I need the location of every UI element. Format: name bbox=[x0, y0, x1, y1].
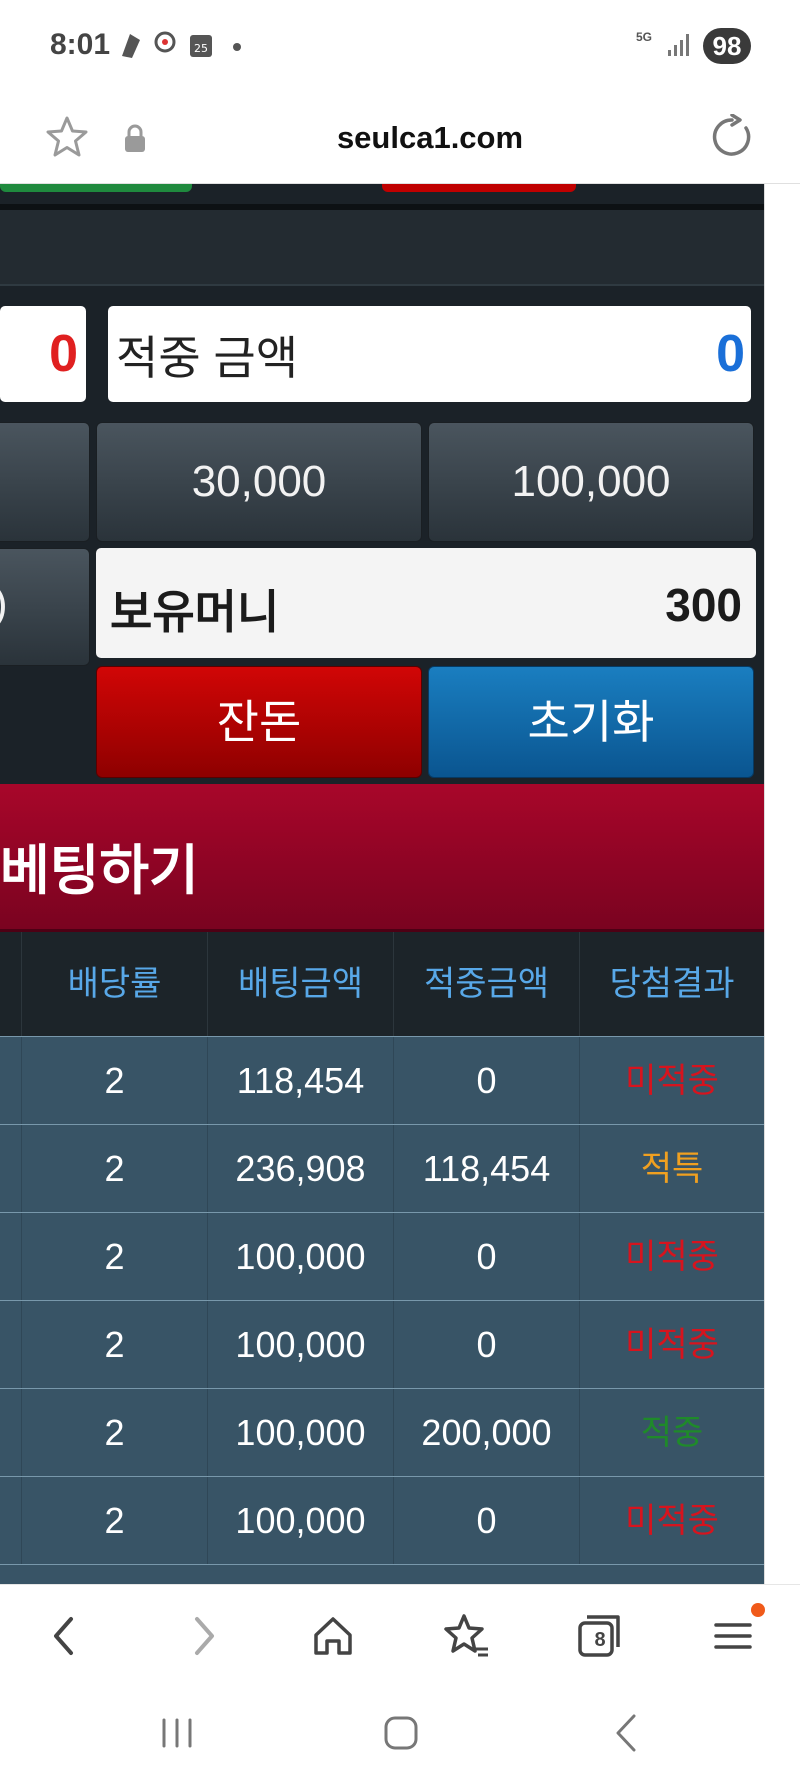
chip-button-partial-2[interactable]: ) bbox=[0, 548, 90, 666]
column-header-result: 당첨결과 bbox=[609, 965, 735, 1003]
status-bar: 8:01 25 5G 98 bbox=[0, 0, 800, 92]
maps-notification-icon bbox=[154, 31, 176, 53]
app-notification-icon bbox=[122, 34, 140, 58]
menu-icon[interactable] bbox=[708, 1611, 758, 1661]
hit-amount-cell: 118,454 bbox=[394, 1125, 580, 1213]
table-row: 2 100,000 0 미적중 bbox=[0, 1300, 764, 1389]
result-cell: 미적중 bbox=[625, 1502, 719, 1540]
hit-amount-value: 0 bbox=[716, 325, 745, 383]
result-cell: 적특 bbox=[640, 1150, 704, 1188]
partial-cell bbox=[0, 1301, 22, 1389]
partial-cell bbox=[0, 1037, 22, 1125]
tab-count: 8 bbox=[594, 1629, 606, 1651]
partial-cell bbox=[0, 1477, 22, 1565]
browser-url-bar[interactable]: seulca1.com bbox=[0, 92, 800, 184]
partial-chip-label: ) bbox=[0, 579, 8, 629]
signal-icon bbox=[668, 34, 689, 56]
odds-cell: 2 bbox=[22, 1389, 208, 1477]
column-header-hit-amount: 적중금액 bbox=[394, 932, 580, 1036]
table-row: 2 100,000 0 미적중 bbox=[0, 1212, 764, 1301]
network-5g-icon: 5G bbox=[636, 30, 653, 44]
status-time: 8:01 bbox=[50, 28, 111, 61]
chip-100000-button[interactable]: 100,000 bbox=[428, 422, 754, 542]
calendar-notification-icon: 25 bbox=[190, 35, 212, 57]
table-row: 2 100,000 200,000 적중 bbox=[0, 1388, 764, 1477]
bet-section-title: 베팅하기 bbox=[0, 841, 199, 901]
hit-amount-cell: 0 bbox=[394, 1301, 580, 1389]
table-row: 2 118,454 0 미적중 bbox=[0, 1036, 764, 1125]
bet-amount-cell: 100,000 bbox=[208, 1213, 394, 1301]
odds-cell: 2 bbox=[22, 1213, 208, 1301]
left-value-box: 0 bbox=[0, 306, 86, 402]
bet-amount-cell: 236,908 bbox=[208, 1125, 394, 1213]
partial-cell bbox=[0, 1213, 22, 1301]
result-cell: 미적중 bbox=[625, 1326, 719, 1364]
result-cell: 미적중 bbox=[625, 1062, 719, 1100]
url-text[interactable]: seulca1.com bbox=[0, 120, 800, 156]
home-icon[interactable] bbox=[308, 1611, 358, 1661]
recent-apps-icon[interactable] bbox=[152, 1708, 202, 1758]
hit-amount-cell: 200,000 bbox=[394, 1389, 580, 1477]
bookmarks-icon[interactable] bbox=[442, 1611, 492, 1661]
system-home-icon[interactable] bbox=[376, 1708, 426, 1758]
hit-amount-cell: 0 bbox=[394, 1213, 580, 1301]
table-row: 2 100,000 0 미적중 bbox=[0, 1476, 764, 1565]
bet-section-header: 베팅하기 bbox=[0, 784, 764, 932]
column-header-partial bbox=[0, 932, 22, 1036]
result-cell: 적중 bbox=[640, 1414, 704, 1452]
chip-button-partial[interactable] bbox=[0, 422, 90, 542]
column-header-bet-amount: 배팅금액 bbox=[208, 932, 394, 1036]
partial-cell bbox=[0, 1125, 22, 1213]
hit-amount-cell: 0 bbox=[394, 1477, 580, 1565]
chip-30000-button[interactable]: 30,000 bbox=[96, 422, 422, 542]
bet-amount-cell: 100,000 bbox=[208, 1301, 394, 1389]
odds-cell: 2 bbox=[22, 1477, 208, 1565]
reload-icon[interactable] bbox=[710, 114, 756, 160]
back-icon[interactable] bbox=[40, 1611, 90, 1661]
hit-amount-cell: 0 bbox=[394, 1037, 580, 1125]
reset-button[interactable]: 초기화 bbox=[428, 666, 754, 778]
hit-amount-label: 적중 금액 bbox=[116, 332, 299, 384]
held-money-box: 보유머니 300 bbox=[96, 548, 756, 658]
top-green-button-edge[interactable] bbox=[0, 184, 192, 192]
forward-icon[interactable] bbox=[178, 1611, 228, 1661]
odds-cell: 2 bbox=[22, 1301, 208, 1389]
odds-cell: 2 bbox=[22, 1125, 208, 1213]
hit-amount-box: 적중 금액 0 bbox=[108, 306, 751, 402]
held-money-value: 300 bbox=[665, 579, 742, 631]
column-header-odds: 배당률 bbox=[22, 932, 208, 1036]
system-back-icon[interactable] bbox=[602, 1708, 652, 1758]
menu-notification-dot bbox=[751, 1603, 765, 1617]
bet-history-table-header: 배당률 배팅금액 적중금액 당첨결과 bbox=[0, 932, 764, 1036]
odds-cell: 2 bbox=[22, 1037, 208, 1125]
browser-toolbar: 8 bbox=[0, 1584, 800, 1684]
table-row: 2 236,908 118,454 적특 bbox=[0, 1124, 764, 1213]
svg-text:25: 25 bbox=[194, 42, 208, 55]
info-strip bbox=[0, 210, 764, 286]
top-red-button-edge[interactable] bbox=[382, 184, 576, 192]
bet-amount-cell: 100,000 bbox=[208, 1477, 394, 1565]
left-value: 0 bbox=[49, 325, 78, 383]
partial-cell bbox=[0, 1389, 22, 1477]
table-row-partial bbox=[0, 1564, 764, 1584]
result-cell: 미적중 bbox=[625, 1238, 719, 1276]
system-navigation-bar bbox=[0, 1684, 800, 1784]
bet-amount-cell: 118,454 bbox=[208, 1037, 394, 1125]
held-money-label: 보유머니 bbox=[110, 586, 280, 638]
web-content: 0 적중 금액 0 30,000 100,000 ) 보유머니 300 잔돈 초… bbox=[0, 184, 764, 1584]
change-button[interactable]: 잔돈 bbox=[96, 666, 422, 778]
more-notifications-dot-icon bbox=[233, 43, 241, 51]
bet-amount-cell: 100,000 bbox=[208, 1389, 394, 1477]
page-right-gutter bbox=[764, 184, 800, 1584]
battery-indicator: 98 bbox=[703, 28, 751, 64]
